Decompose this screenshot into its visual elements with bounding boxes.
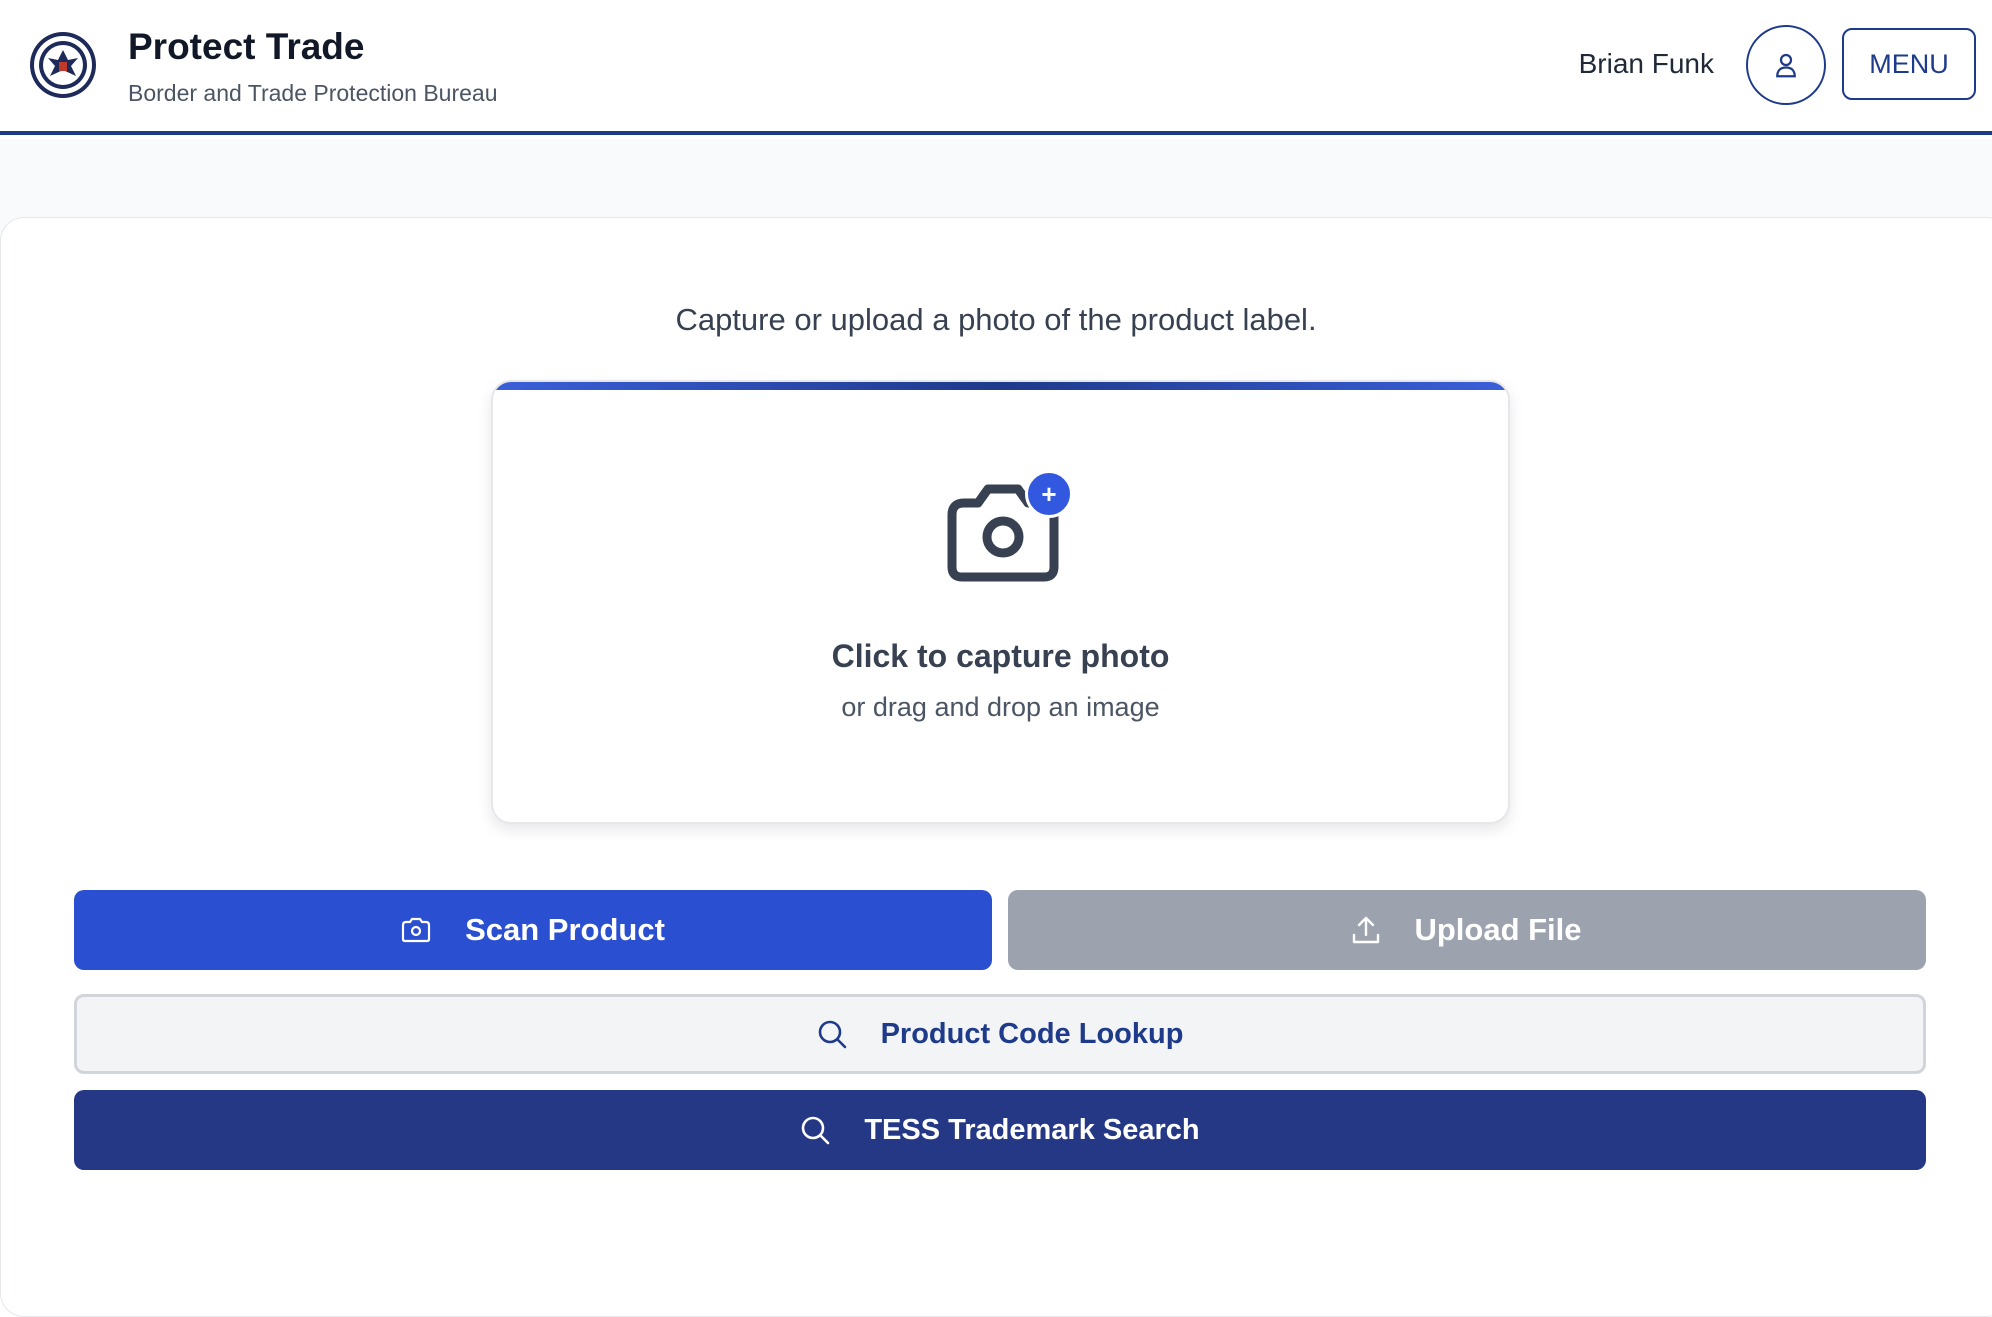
scan-product-button[interactable]: Scan Product [74, 890, 992, 970]
app-subtitle: Border and Trade Protection Bureau [128, 80, 498, 106]
instruction-text: Capture or upload a photo of the product… [675, 302, 1317, 337]
dropzone-title: Click to capture photo [831, 638, 1170, 674]
user-profile-button[interactable] [1746, 25, 1826, 105]
upload-file-label: Upload File [1414, 912, 1582, 947]
tess-trademark-search-button[interactable]: TESS Trademark Search [74, 1090, 1926, 1170]
scan-product-label: Scan Product [465, 912, 665, 947]
app-title: Protect Trade [128, 26, 365, 67]
photo-dropzone[interactable]: + Click to capture photo or drag and dro… [491, 380, 1510, 824]
upload-file-button[interactable]: Upload File [1008, 890, 1926, 970]
user-icon [1776, 53, 1796, 78]
app-header: Protect Trade Border and Trade Protectio… [0, 0, 1992, 135]
upload-icon [1352, 915, 1380, 945]
user-name: Brian Funk [1578, 48, 1714, 79]
tess-trademark-search-label: TESS Trademark Search [864, 1113, 1200, 1146]
camera-icon [401, 917, 431, 943]
search-icon [817, 1019, 847, 1049]
product-code-lookup-button[interactable]: Product Code Lookup [74, 994, 1926, 1074]
menu-button[interactable]: MENU [1842, 28, 1976, 100]
dropzone-subtitle: or drag and drop an image [841, 692, 1160, 722]
dropzone-accent-bar [493, 382, 1508, 390]
plus-icon: + [1025, 470, 1073, 518]
product-code-lookup-label: Product Code Lookup [880, 1017, 1184, 1050]
search-icon [800, 1115, 830, 1145]
seal-logo [28, 30, 98, 100]
